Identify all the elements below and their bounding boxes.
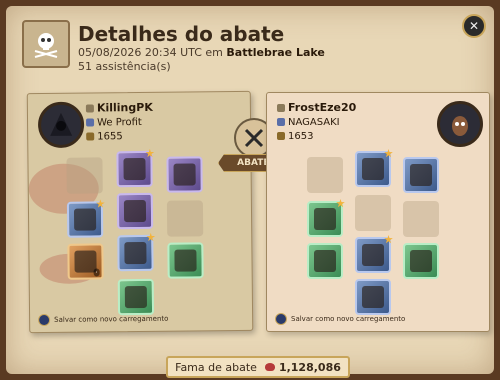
bag-slot	[307, 157, 343, 193]
save-loadout-button[interactable]: Salvar como novo carregamento	[38, 313, 169, 327]
cape-slot[interactable]	[166, 156, 203, 193]
close-icon: ✕	[468, 19, 480, 33]
shoes-slot[interactable]	[117, 233, 155, 272]
save-icon	[275, 313, 287, 325]
killer-guild[interactable]: We Profit	[97, 117, 142, 128]
potion-slot[interactable]	[307, 243, 343, 279]
page-title: Detalhes do abate	[78, 22, 285, 46]
food-slot[interactable]	[167, 242, 204, 279]
killer-info: KillingPK We Profit 1655	[85, 101, 153, 145]
save-loadout-button[interactable]: Salvar como novo carregamento	[275, 313, 405, 325]
offhand-slot	[403, 201, 439, 237]
victim-panel: FrostEze20 NAGASAKI 1653 Salvar como nov…	[266, 92, 490, 332]
fame-value: 1,128,086	[278, 360, 341, 374]
potion-icon	[314, 250, 336, 272]
victim-item-power: 1653	[288, 131, 314, 142]
armor-icon	[123, 199, 147, 223]
fame-label: Fama de abate	[175, 360, 257, 374]
location-text: Battlebrae Lake	[226, 46, 325, 59]
victim-guild[interactable]: NAGASAKI	[288, 117, 340, 128]
hood-icon	[123, 157, 146, 181]
bag-slot	[66, 157, 103, 194]
datetime-text: 05/08/2026 20:34 UTC em	[78, 46, 223, 59]
player-icon	[85, 104, 94, 113]
victim-name[interactable]: FrostEze20	[288, 101, 356, 114]
item-power-icon	[86, 132, 95, 141]
close-button[interactable]: ✕	[462, 14, 486, 38]
quantity-badge: ·	[93, 268, 100, 277]
weapon-slot[interactable]	[307, 199, 345, 237]
killer-item-power: 1655	[97, 131, 123, 143]
helmet-icon	[362, 158, 384, 180]
food-icon	[174, 249, 197, 272]
save-loadout-label: Salvar como novo carregamento	[54, 314, 169, 324]
save-loadout-label: Salvar como novo carregamento	[291, 315, 406, 323]
cape-icon	[410, 164, 432, 186]
weapon-slot[interactable]	[66, 199, 105, 238]
offhand-slot	[166, 200, 204, 237]
head-slot[interactable]	[355, 149, 393, 187]
star-icon	[96, 199, 105, 208]
header: Detalhes do abate 05/08/2026 20:34 UTC e…	[22, 20, 442, 80]
save-icon	[38, 313, 51, 327]
armor-slot[interactable]	[116, 192, 154, 230]
assists-text: 51 assistência(s)	[78, 60, 171, 73]
boots-icon	[362, 244, 384, 266]
killer-avatar[interactable]	[37, 101, 85, 149]
mount-icon	[362, 286, 384, 308]
kill-datetime: 05/08/2026 20:34 UTC em Battlebrae Lake	[78, 46, 325, 59]
mount-icon	[124, 285, 148, 309]
fame-icon	[264, 363, 275, 371]
guild-icon	[277, 118, 285, 126]
player-icon	[277, 104, 285, 112]
weapon-icon	[314, 208, 336, 230]
victim-info: FrostEze20 NAGASAKI 1653	[277, 101, 356, 144]
guild-icon	[86, 118, 95, 127]
head-slot[interactable]	[116, 149, 154, 188]
killer-panel: KillingPK We Profit 1655 · Salvar como n…	[26, 90, 254, 334]
star-icon	[145, 149, 154, 158]
potion-slot[interactable]: ·	[67, 243, 104, 280]
weapon-icon	[73, 208, 97, 231]
item-power-icon	[277, 132, 285, 140]
cape-icon	[173, 163, 196, 186]
kill-fame-bar: Fama de abate 1,128,086	[166, 356, 350, 378]
victim-avatar[interactable]	[437, 101, 483, 147]
food-slot[interactable]	[403, 243, 439, 279]
boots-icon	[124, 241, 147, 265]
star-icon	[384, 149, 393, 158]
cape-slot[interactable]	[403, 157, 439, 193]
mount-slot[interactable]	[117, 278, 155, 316]
food-icon	[410, 250, 432, 272]
skull-crossbones-icon	[22, 20, 70, 68]
star-icon	[146, 233, 155, 242]
star-icon	[384, 235, 393, 244]
star-icon	[336, 199, 345, 208]
killer-name[interactable]: KillingPK	[97, 101, 153, 115]
mount-slot[interactable]	[355, 279, 391, 315]
armor-slot	[355, 195, 391, 231]
shoes-slot[interactable]	[355, 235, 393, 273]
kill-details-window: Detalhes do abate 05/08/2026 20:34 UTC e…	[6, 6, 494, 378]
